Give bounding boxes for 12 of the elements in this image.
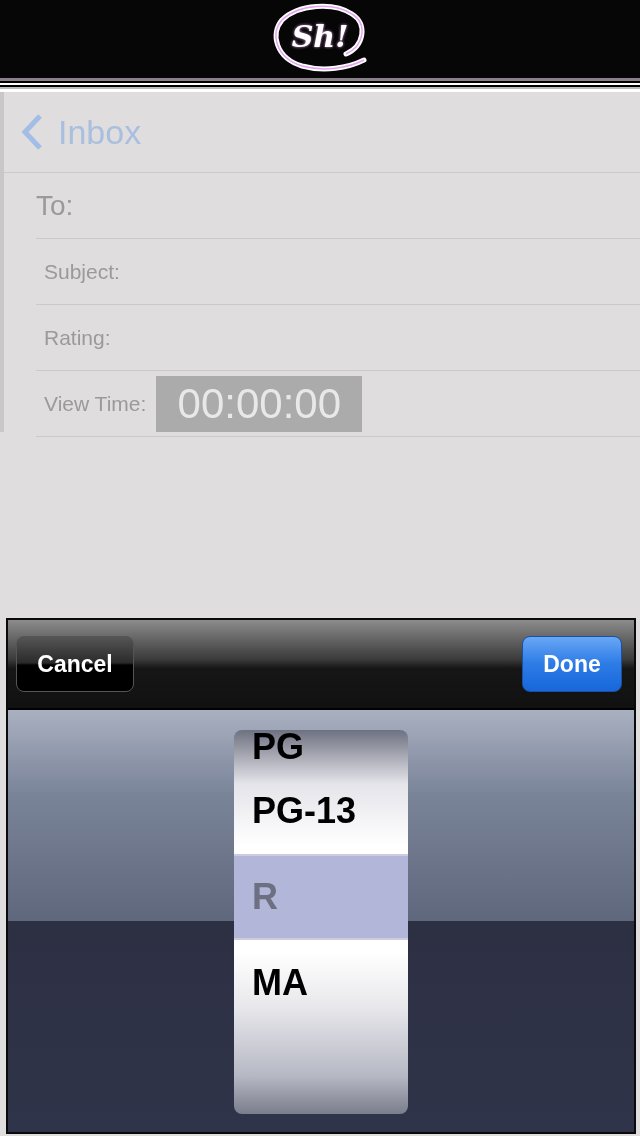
done-button[interactable]: Done bbox=[522, 636, 622, 692]
picker-wheel[interactable]: PG PG-13 R MA bbox=[234, 730, 408, 1114]
logo[interactable]: Sh! bbox=[268, 2, 372, 76]
picker-option[interactable]: PG-13 bbox=[234, 768, 408, 854]
field-label: Rating: bbox=[43, 325, 111, 350]
field-label: To: bbox=[36, 189, 74, 222]
picker-option[interactable]: PG bbox=[234, 730, 408, 768]
field-label: Subject: bbox=[43, 259, 120, 284]
back-icon bbox=[20, 113, 44, 151]
field-label: View Time: bbox=[43, 391, 147, 416]
picker-option[interactable]: MA bbox=[234, 940, 408, 1026]
cancel-button[interactable]: Cancel bbox=[16, 636, 134, 692]
